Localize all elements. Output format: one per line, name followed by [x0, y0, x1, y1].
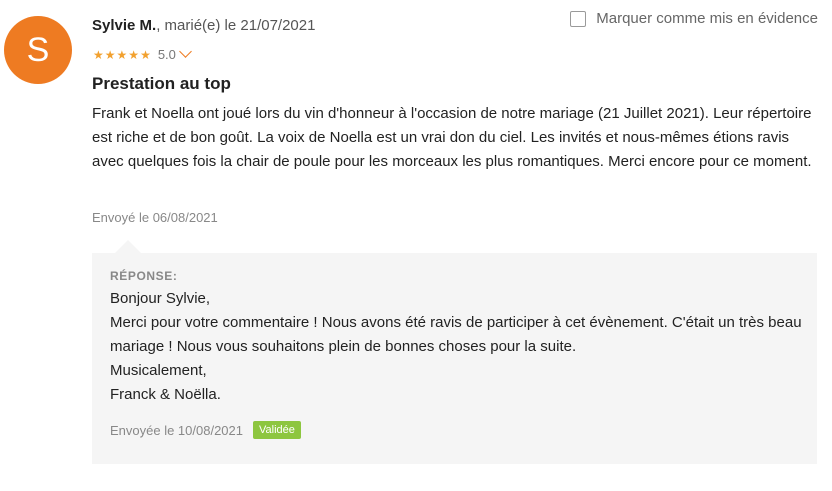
response-box: RÉPONSE: Bonjour Sylvie, Merci pour votr… — [92, 253, 817, 464]
review-title: Prestation au top — [92, 74, 231, 93]
response-label: RÉPONSE: — [110, 269, 178, 283]
featured-checkbox[interactable] — [570, 10, 587, 27]
star-icon: ★ — [93, 47, 104, 62]
response-line: Merci pour votre commentaire ! Nous avon… — [110, 314, 802, 355]
author-name: Sylvie M. — [92, 17, 157, 34]
status-badge: Validée — [253, 421, 301, 439]
featured-toggle[interactable]: Marquer comme mis en évidence — [570, 10, 818, 27]
response-text: Bonjour Sylvie, Merci pour votre comment… — [110, 287, 810, 407]
review-header: Sylvie M., marié(e) le 21/07/2021 — [92, 17, 315, 34]
response-line: Bonjour Sylvie, — [110, 290, 211, 307]
response-notch — [114, 240, 142, 254]
rating-stars: ★ ★ ★ ★ ★ — [93, 49, 151, 61]
review-body: Frank et Noella ont joué lors du vin d'h… — [92, 105, 812, 170]
response-line: Musicalement, — [110, 362, 207, 379]
star-icon: ★ — [116, 47, 128, 62]
avatar-initial: S — [26, 30, 50, 69]
response-sent-date: Envoyée le 10/08/2021 — [110, 422, 243, 438]
featured-label[interactable]: Marquer comme mis en évidence — [596, 10, 818, 27]
response-footer: Envoyée le 10/08/2021 Validée — [110, 421, 301, 439]
rating-value: 5.0 — [157, 47, 176, 62]
chevron-down-icon[interactable] — [179, 45, 192, 58]
review-sent-date: Envoyé le 06/08/2021 — [92, 210, 218, 225]
star-icon: ★ — [140, 47, 151, 62]
star-icon: ★ — [128, 47, 140, 62]
response-line: Franck & Noëlla. — [110, 386, 221, 403]
star-icon: ★ — [104, 47, 116, 62]
rating: ★ ★ ★ ★ ★ 5.0 — [93, 45, 192, 62]
wedding-date: , marié(e) le 21/07/2021 — [156, 17, 316, 34]
avatar: S — [4, 16, 72, 84]
